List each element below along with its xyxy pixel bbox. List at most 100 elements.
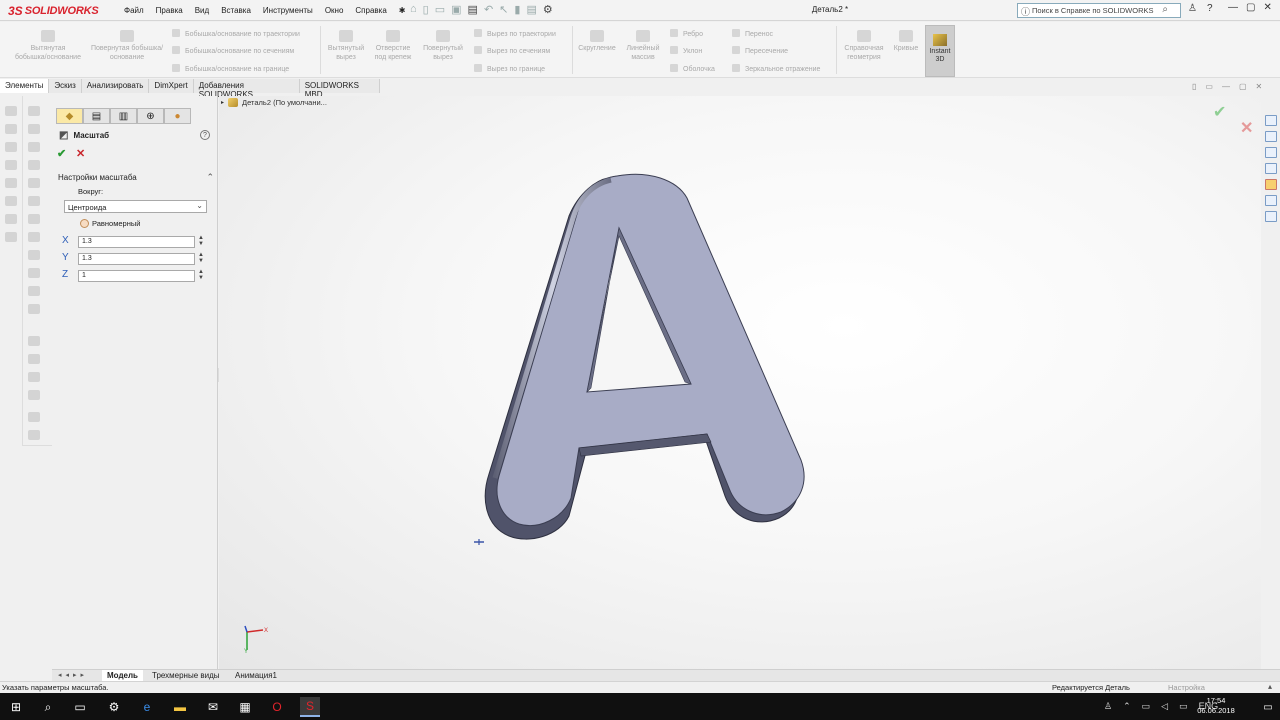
home-icon[interactable] [1265,115,1277,126]
tab-sketch[interactable]: Эскиз [49,79,82,93]
reference-geometry-button[interactable]: Справочная геометрия [840,30,888,62]
minimize-icon[interactable]: — [1228,2,1238,13]
display-manager-tab[interactable]: ● [164,108,191,124]
sketch-tool-icon[interactable] [5,196,17,206]
rib-button[interactable]: Ребро [670,29,703,38]
extruded-boss-button[interactable]: Вытянутая бобышка/основание [14,30,82,62]
file-explorer-icon[interactable]: ▬ [170,697,190,717]
menu-help[interactable]: Справка [349,6,392,15]
y-scale-field[interactable]: 1.3 [78,253,195,265]
tab-addins[interactable]: Добавления SOLIDWORKS [193,79,300,99]
file-properties-icon[interactable]: ▤ [526,3,536,16]
menu-window[interactable]: Окно [319,6,350,15]
feature-tool-icon[interactable] [28,286,40,296]
menu-view[interactable]: Вид [189,6,215,15]
appearances-icon[interactable] [1265,179,1277,190]
menu-tools[interactable]: Инструменты [257,6,319,15]
cancel-button[interactable]: ✕ [76,147,85,160]
feature-tool-icon[interactable] [28,372,40,382]
help-search-input[interactable]: ⓘ Поиск в Справке по SOLIDWORKS ⌕ [1017,3,1181,18]
sweep-boss-button[interactable]: Бобышка/основание по траектории [172,29,300,38]
clock[interactable]: 17:54 06.06.2018 [1196,696,1236,716]
calculator-icon[interactable]: ▦ [235,697,255,717]
tab-dimxpert[interactable]: DimXpert [149,79,194,93]
save-icon[interactable]: ▣ [451,3,461,16]
loft-boss-button[interactable]: Бобышка/основание по сечениям [172,46,294,55]
rebuild-icon[interactable]: ▮ [514,3,520,16]
draft-button[interactable]: Уклон [670,46,702,55]
sketch-tool-icon[interactable] [5,106,17,116]
dimxpert-manager-tab[interactable]: ⊕ [137,108,164,124]
feature-tool-icon[interactable] [28,390,40,400]
options-icon[interactable]: ⚙ [543,3,553,16]
uniform-checkbox[interactable] [80,219,89,228]
sketch-tool-icon[interactable] [5,178,17,188]
pin-icon[interactable]: ✱ [393,6,412,15]
sweep-cut-button[interactable]: Вырез по траектории [474,29,556,38]
curves-button[interactable]: Кривые [890,30,922,53]
revolved-boss-button[interactable]: Повернутая бобышка/основание [88,30,166,62]
feature-tool-icon[interactable] [28,124,40,134]
loft-cut-button[interactable]: Вырез по сечениям [474,46,550,55]
feature-tool-icon[interactable] [28,430,40,440]
undo-icon[interactable]: ↶ [484,3,493,16]
menu-insert[interactable]: Вставка [215,6,257,15]
hole-wizard-button[interactable]: Отверстие под крепеж [370,30,416,62]
minimize-icon[interactable]: — [1222,82,1230,91]
restore-icon[interactable]: ▭ [1205,82,1213,91]
feature-tool-icon[interactable] [28,232,40,242]
maximize-icon[interactable]: ▢ [1246,2,1255,13]
edge-browser-icon[interactable]: e [137,697,157,717]
feature-tool-icon[interactable] [28,336,40,346]
start-button[interactable]: ⊞ [6,697,26,717]
solidworks-app-icon[interactable]: S [300,697,320,717]
feature-tool-icon[interactable] [28,250,40,260]
boundary-boss-button[interactable]: Бобышка/основание на границе [172,64,289,73]
feature-tool-icon[interactable] [28,160,40,170]
configuration-manager-tab[interactable]: ▥ [110,108,137,124]
solidworks-logo[interactable]: 3S SOLIDWORKS [8,3,99,19]
about-dropdown[interactable]: Центроида ⌄ [64,200,207,213]
feature-tool-icon[interactable] [28,354,40,364]
boundary-cut-button[interactable]: Вырез по границе [474,64,545,73]
new-document-icon[interactable]: ▯ [423,3,429,16]
feature-tool-icon[interactable] [28,412,40,422]
scale-parameters-group[interactable]: Настройки масштаба ⌃ [58,172,214,183]
feature-tool-icon[interactable] [28,214,40,224]
forum-icon[interactable] [1265,211,1277,222]
shell-button[interactable]: Оболочка [670,64,715,73]
close-icon[interactable]: ✕ [1263,2,1271,13]
close-icon[interactable]: ✕ [1256,82,1263,91]
tab-mbd[interactable]: SOLIDWORKS MBD [299,79,380,99]
instant3d-button[interactable]: Instant 3D [925,25,955,77]
user-icon[interactable]: ♙ [1188,3,1197,14]
open-icon[interactable]: ▭ [435,3,445,16]
maximize-icon[interactable]: ▢ [1239,82,1247,91]
property-manager-tab[interactable]: ▤ [83,108,110,124]
settings-app-icon[interactable]: ⚙ [104,697,124,717]
mail-icon[interactable]: ✉ [203,697,223,717]
spinner-icon[interactable]: ▲ ▼ [198,235,204,247]
menu-file[interactable]: Файл [118,6,150,15]
spinner-icon[interactable]: ▲ ▼ [198,269,204,281]
tab-navigation-icon[interactable]: ◂◂▸▸ [58,671,88,679]
feature-tool-icon[interactable] [28,196,40,206]
sketch-tool-icon[interactable] [5,142,17,152]
tab-features[interactable]: Элементы [0,79,50,93]
home-icon[interactable]: ⌂ [410,3,417,16]
mirror-button[interactable]: Зеркальное отражение [732,64,820,73]
menu-edit[interactable]: Правка [150,6,189,15]
custom-properties-icon[interactable] [1265,195,1277,206]
feature-tool-icon[interactable] [28,304,40,314]
print-icon[interactable]: ▤ [468,3,478,16]
ok-button[interactable]: ✔ [57,147,66,160]
feature-tool-icon[interactable] [28,142,40,152]
part-model[interactable] [219,96,1261,671]
sketch-tool-icon[interactable] [5,124,17,134]
status-expand-icon[interactable]: ▴ [1268,682,1272,691]
people-icon[interactable]: ♙ [1104,701,1112,712]
x-scale-field[interactable]: 1.3 [78,236,195,248]
z-scale-field[interactable]: 1 [78,270,195,282]
intersect-button[interactable]: Пересечение [732,46,788,55]
chevron-up-icon[interactable]: ⌃ [206,172,214,183]
